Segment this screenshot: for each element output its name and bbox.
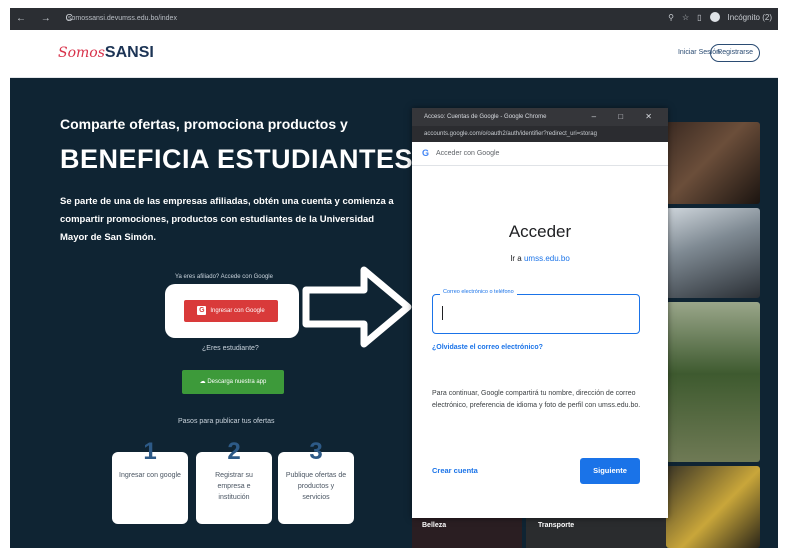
incognito-label[interactable]: Incógnito (2) xyxy=(728,13,772,22)
window-controls[interactable]: – □ ✕ xyxy=(592,108,662,126)
category-image[interactable] xyxy=(666,302,760,462)
star-icon[interactable]: ☆ xyxy=(682,13,689,22)
step-text: Publique ofertas de productos y servicio… xyxy=(285,472,347,501)
privacy-notice: Para continuar, Google compartirá tu nom… xyxy=(432,390,641,409)
category-images xyxy=(666,122,760,548)
download-app-button[interactable]: ☁ Descarga nuestra app xyxy=(182,370,284,394)
register-button[interactable]: Registrarse xyxy=(710,44,760,62)
popup-url: accounts.google.com/o/oauth2/auth/identi… xyxy=(412,126,668,142)
google-logo-icon: G xyxy=(422,148,430,158)
hero-description: Se parte de una de las empresas afiliada… xyxy=(60,196,394,243)
category-image[interactable] xyxy=(666,122,760,204)
google-signin-popup: Acceso: Cuentas de Google - Google Chrom… xyxy=(412,108,668,518)
profile-avatar[interactable] xyxy=(709,12,720,22)
category-label-transporte: Transporte xyxy=(538,522,575,529)
step-card: 3 Publique ofertas de productos y servic… xyxy=(278,438,354,524)
google-signin-button[interactable]: G Ingresar con Google xyxy=(184,300,278,322)
email-field[interactable] xyxy=(432,294,640,334)
browser-toolbar: ← → C somossansi.devumss.edu.bo/index ⚲ … xyxy=(10,8,778,30)
student-question: ¿Eres estudiante? xyxy=(202,345,259,352)
browser-actions: ⚲ ☆ ▯ Incógnito (2) xyxy=(668,12,772,22)
step-number: 3 xyxy=(309,438,323,465)
popup-window-title: Acceso: Cuentas de Google - Google Chrom… xyxy=(424,114,547,120)
site-logo[interactable]: SomosSANSI xyxy=(58,44,154,62)
download-app-label: Descarga nuestra app xyxy=(207,379,267,385)
google-signin-label: Ingresar con Google xyxy=(210,308,265,314)
popup-subtitle-prefix: Ir a xyxy=(510,254,522,263)
text-caret xyxy=(442,306,443,320)
google-note: Ya eres afiliado? Accede con Google xyxy=(175,274,273,280)
step-number: 2 xyxy=(227,438,241,465)
category-image[interactable] xyxy=(666,466,760,548)
category-label-belleza: Belleza xyxy=(422,522,447,529)
popup-header-label: Acceder con Google xyxy=(436,150,500,157)
step-text: Registrar su empresa e institución xyxy=(215,472,253,501)
hero-kicker: Comparte ofertas, promociona productos y xyxy=(60,116,348,132)
create-account-link[interactable]: Crear cuenta xyxy=(432,466,478,475)
google-icon: G xyxy=(197,305,207,315)
step-text: Ingresar con google xyxy=(119,472,181,479)
screenshot-frame: ← → C somossansi.devumss.edu.bo/index ⚲ … xyxy=(10,8,778,548)
popup-subtitle-domain[interactable]: umss.edu.bo xyxy=(524,254,570,263)
next-button[interactable]: Siguiente xyxy=(580,458,640,484)
annotation-arrow-icon xyxy=(302,266,412,348)
step-card: 1 Ingresar con google xyxy=(112,438,188,524)
step-card: 2 Registrar su empresa e institución xyxy=(196,438,272,524)
logo-script: Somos xyxy=(58,45,105,61)
popup-header: G Acceder con Google xyxy=(412,142,668,166)
step-number: 1 xyxy=(143,438,157,465)
category-image[interactable] xyxy=(666,208,760,298)
address-bar[interactable]: somossansi.devumss.edu.bo/index xyxy=(68,12,628,26)
logo-bold: SANSI xyxy=(104,44,154,61)
email-field-label: Correo electrónico o teléfono xyxy=(440,289,517,295)
popup-subtitle: Ir a umss.edu.bo xyxy=(412,254,668,263)
sidepanel-icon[interactable]: ▯ xyxy=(697,13,701,22)
steps-title: Pasos para publicar tus ofertas xyxy=(178,418,275,425)
hero-title: BENEFICIA ESTUDIANTES xyxy=(60,144,414,174)
site-header: SomosSANSI Iniciar Sesión Registrarse xyxy=(10,30,778,78)
search-icon[interactable]: ⚲ xyxy=(668,13,674,22)
popup-heading: Acceder xyxy=(508,222,572,241)
popup-titlebar: Acceso: Cuentas de Google - Google Chrom… xyxy=(412,108,668,126)
forgot-email-link[interactable]: ¿Olvidaste el correo electrónico? xyxy=(432,344,543,351)
